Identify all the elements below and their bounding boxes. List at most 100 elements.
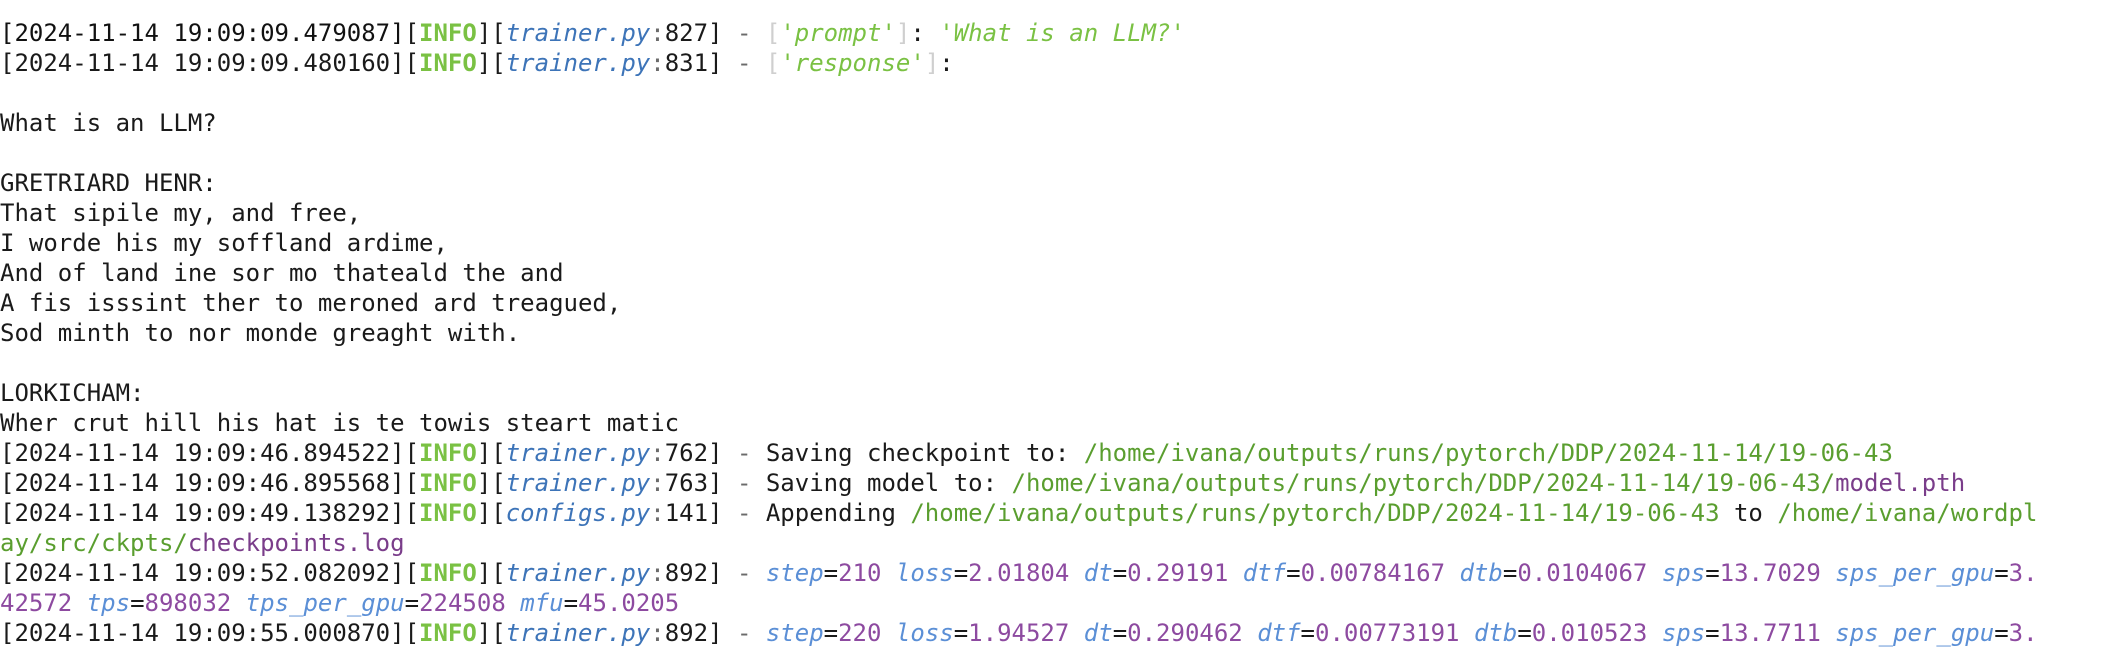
source-file: trainer.py	[505, 49, 651, 77]
log-message-to: to	[1719, 499, 1778, 527]
metric-value: 0.0104067	[1517, 559, 1648, 587]
metric-value: 0.00784167	[1300, 559, 1446, 587]
timestamp: [2024-11-14 19:09:55.000870]	[0, 619, 405, 647]
level-badge: INFO	[419, 439, 477, 467]
source-file: trainer.py	[505, 439, 651, 467]
source-file: trainer.py	[505, 19, 651, 47]
timestamp: [2024-11-14 19:09:52.082092]	[0, 559, 405, 587]
metric-key: mfu	[520, 589, 564, 617]
metric-value: 1.94527	[968, 619, 1070, 647]
metric-key: tps	[86, 589, 131, 617]
log-line-appending-wrap: ay/src/ckpts/checkpoints.log	[0, 528, 2128, 558]
response-text-line: Wher crut hill his hat is te towis stear…	[0, 409, 680, 437]
metric-key: tps_per_gpu	[245, 589, 405, 617]
log-line-response: [2024-11-14 19:09:09.480160][INFO][train…	[0, 49, 954, 77]
metric-key: step	[765, 559, 824, 587]
response-text-line: GRETRIARD HENR:	[0, 169, 217, 197]
log-line-appending: [2024-11-14 19:09:49.138292][INFO][confi…	[0, 499, 2038, 527]
source-lineno: 831	[664, 49, 709, 77]
metric-value: 0.29191	[1127, 559, 1229, 587]
file-path: /home/ivana/outputs/runs/pytorch/DDP/202…	[910, 499, 1720, 527]
response-text-line: A fis isssint ther to meroned ard treagu…	[0, 289, 622, 317]
timestamp: [2024-11-14 19:09:49.138292]	[0, 499, 405, 527]
level-badge: INFO	[419, 499, 477, 527]
log-line-prompt: [2024-11-14 19:09:09.479087][INFO][train…	[0, 19, 1185, 47]
metric-value: 898032	[144, 589, 232, 617]
log-value: 'What is an LLM?'	[939, 19, 1185, 47]
metric-value: 0.290462	[1127, 619, 1243, 647]
metric-key: step	[765, 619, 824, 647]
log-message: Saving checkpoint to:	[765, 439, 1084, 467]
log-line-save-checkpoint: [2024-11-14 19:09:46.894522][INFO][train…	[0, 439, 1893, 467]
level-badge: INFO	[419, 559, 477, 587]
metric-value: 13.7711	[1719, 619, 1821, 647]
log-key: 'response'	[780, 49, 925, 77]
metric-key: dtb	[1473, 619, 1518, 647]
dest-path: /home/ivana/wordpl	[1777, 499, 2038, 527]
response-text-line: What is an LLM?	[0, 109, 217, 137]
source-lineno: 892	[664, 619, 709, 647]
level-badge: INFO	[419, 19, 477, 47]
log-line-metrics: [2024-11-14 19:09:55.000870][INFO][train…	[0, 619, 2038, 647]
file-name: model.pth	[1835, 469, 1966, 497]
log-key: 'prompt'	[780, 19, 896, 47]
metric-value: 3.	[2008, 559, 2038, 587]
file-path: /home/ivana/outputs/runs/pytorch/DDP/202…	[1083, 439, 1893, 467]
source-lineno: 763	[664, 469, 709, 497]
metric-value: 220	[838, 619, 882, 647]
source-file: trainer.py	[505, 469, 651, 497]
metric-key: sps	[1661, 559, 1706, 587]
file-path: /home/ivana/outputs/runs/pytorch/DDP/202…	[1011, 469, 1836, 497]
metric-value: 3.	[2008, 619, 2038, 647]
metric-key: sps_per_gpu	[1835, 559, 1995, 587]
metric-value: 13.7029	[1719, 559, 1821, 587]
metric-value: 0.010523	[1531, 619, 1648, 647]
metric-key: loss	[895, 559, 954, 587]
metric-key: loss	[895, 619, 954, 647]
metric-key: sps	[1661, 619, 1706, 647]
metric-key: dtf	[1242, 559, 1287, 587]
source-lineno: 762	[664, 439, 709, 467]
metric-value: 45.0205	[578, 589, 680, 617]
metric-value: 224508	[419, 589, 506, 617]
log-line-metrics-wrap: 42572 tps=898032 tps_per_gpu=224508 mfu=…	[0, 589, 680, 617]
response-text-line: LORKICHAM:	[0, 379, 145, 407]
metric-key: dtb	[1459, 559, 1503, 587]
source-lineno: 141	[664, 499, 709, 527]
file-name: checkpoints.log	[187, 529, 405, 557]
source-file: trainer.py	[505, 619, 651, 647]
timestamp: [2024-11-14 19:09:46.895568]	[0, 469, 405, 497]
log-message: Appending	[765, 499, 911, 527]
metric-key: dt	[1083, 619, 1113, 647]
level-badge: INFO	[419, 49, 477, 77]
log-message: Saving model to:	[765, 469, 1012, 497]
response-text-line: Sod minth to nor monde greaght with.	[0, 319, 521, 347]
timestamp: [2024-11-14 19:09:09.480160]	[0, 49, 405, 77]
metric-value: 2.01804	[968, 559, 1070, 587]
log-line-save-model: [2024-11-14 19:09:46.895568][INFO][train…	[0, 469, 1966, 497]
response-text-line: I worde his my soffland ardime,	[0, 229, 448, 257]
source-lineno: 827	[664, 19, 709, 47]
timestamp: [2024-11-14 19:09:46.894522]	[0, 439, 405, 467]
dest-path-cont: ay/src/ckpts/	[0, 529, 188, 557]
metric-value: 0.00773191	[1315, 619, 1460, 647]
timestamp: [2024-11-14 19:09:09.479087]	[0, 19, 405, 47]
source-file: configs.py	[505, 499, 651, 527]
log-line-metrics: [2024-11-14 19:09:52.082092][INFO][train…	[0, 559, 2038, 587]
metric-key: sps_per_gpu	[1835, 619, 1995, 647]
source-file: trainer.py	[505, 559, 651, 587]
source-lineno: 892	[664, 559, 709, 587]
level-badge: INFO	[419, 469, 477, 497]
metric-value: 42572	[0, 589, 73, 617]
metric-key: dt	[1083, 559, 1113, 587]
metric-key: dtf	[1257, 619, 1301, 647]
level-badge: INFO	[419, 619, 477, 647]
log-line-cutoff	[0, 0, 2128, 18]
response-text-line: And of land ine sor mo thateald the and	[0, 259, 564, 287]
metric-value: 210	[838, 559, 882, 587]
terminal-output: [2024-11-14 19:09:09.479087][INFO][train…	[0, 0, 2128, 648]
response-text-line: That sipile my, and free,	[0, 199, 362, 227]
